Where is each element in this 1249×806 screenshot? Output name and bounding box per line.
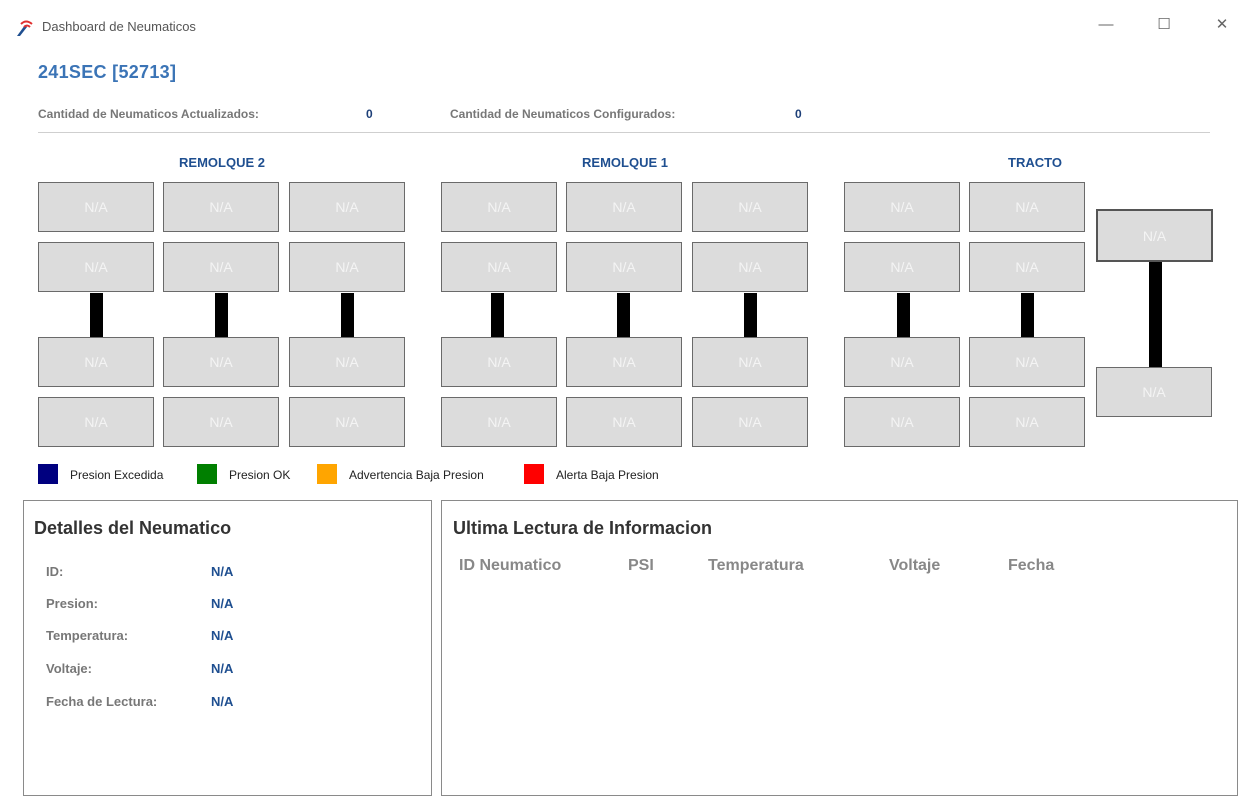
tire-steer-bottom[interactable]: N/A [1096,367,1212,417]
tire-r2-3-outer-bottom[interactable]: N/A [289,397,405,447]
tire-tr-1-outer-bottom[interactable]: N/A [844,397,960,447]
header-divider [38,132,1210,133]
legend-label-pressure-exceeded: Presion Excedida [70,468,164,482]
tire-r1-2-outer-bottom[interactable]: N/A [566,397,682,447]
maximize-button[interactable]: ☐ [1152,13,1176,37]
axle-connector [744,293,757,337]
tire-tr-1-inner-top[interactable]: N/A [844,242,960,292]
title-bar: Dashboard de Neumaticos — ☐ ✕ [0,0,1249,56]
tire-r2-1-inner-top[interactable]: N/A [38,242,154,292]
minimize-button[interactable]: — [1094,13,1118,37]
tire-r1-2-inner-top[interactable]: N/A [566,242,682,292]
tire-steer-top[interactable]: N/A [1096,209,1213,262]
axle-connector [90,293,103,337]
tire-r2-2-inner-bottom[interactable]: N/A [163,337,279,387]
tire-r1-2-inner-bottom[interactable]: N/A [566,337,682,387]
legend-label-low-pressure-alert: Alerta Baja Presion [556,468,659,482]
axle-connector [491,293,504,337]
steer-axle-connector [1149,260,1162,368]
column-header-voltage[interactable]: Voltaje [889,557,940,575]
group-title-remolque-2: REMOLQUE 2 [179,155,265,170]
tire-r2-1-inner-bottom[interactable]: N/A [38,337,154,387]
column-header-date[interactable]: Fecha [1008,557,1054,575]
detail-date-value: N/A [211,694,234,709]
tire-tr-2-inner-top[interactable]: N/A [969,242,1085,292]
tire-r1-3-outer-top[interactable]: N/A [692,182,808,232]
tire-r1-1-outer-top[interactable]: N/A [441,182,557,232]
tire-r2-1-outer-top[interactable]: N/A [38,182,154,232]
tire-tr-2-inner-bottom[interactable]: N/A [969,337,1085,387]
tire-r1-3-inner-bottom[interactable]: N/A [692,337,808,387]
tire-r1-3-outer-bottom[interactable]: N/A [692,397,808,447]
tire-r1-1-inner-bottom[interactable]: N/A [441,337,557,387]
tire-details-title: Detalles del Neumatico [34,518,232,538]
tire-tr-2-outer-bottom[interactable]: N/A [969,397,1085,447]
legend-label-low-pressure-warning: Advertencia Baja Presion [349,468,484,482]
detail-temperature-value: N/A [211,628,234,643]
legend-swatch-low-pressure-warning [317,464,337,484]
detail-id-label: ID: [46,564,64,579]
tire-r2-3-inner-bottom[interactable]: N/A [289,337,405,387]
app-logo-icon [17,20,33,36]
last-reading-panel [441,500,1238,796]
updated-count-label: Cantidad de Neumaticos Actualizados: [38,107,259,121]
tire-r2-3-inner-top[interactable]: N/A [289,242,405,292]
detail-pressure-value: N/A [211,596,234,611]
axle-connector [617,293,630,337]
configured-count-value: 0 [795,107,802,121]
legend-swatch-pressure-ok [197,464,217,484]
last-reading-title: Ultima Lectura de Informacion [453,518,713,538]
tire-r2-2-inner-top[interactable]: N/A [163,242,279,292]
detail-voltage-value: N/A [211,661,234,676]
vehicle-header: 241SEC [52713] [38,62,177,82]
tire-r2-3-outer-top[interactable]: N/A [289,182,405,232]
detail-date-label: Fecha de Lectura: [46,694,158,709]
tire-details-panel [23,500,432,796]
axle-connector [341,293,354,337]
legend-swatch-low-pressure-alert [524,464,544,484]
tire-r2-1-outer-bottom[interactable]: N/A [38,397,154,447]
tire-r2-2-outer-top[interactable]: N/A [163,182,279,232]
tire-r1-1-inner-top[interactable]: N/A [441,242,557,292]
group-title-remolque-1: REMOLQUE 1 [582,155,668,170]
tire-r1-2-outer-top[interactable]: N/A [566,182,682,232]
close-button[interactable]: ✕ [1210,13,1234,37]
axle-connector [215,293,228,337]
tire-r1-1-outer-bottom[interactable]: N/A [441,397,557,447]
axle-connector [897,293,910,337]
detail-id-value: N/A [211,564,234,579]
tire-r2-2-outer-bottom[interactable]: N/A [163,397,279,447]
tire-r1-3-inner-top[interactable]: N/A [692,242,808,292]
detail-pressure-label: Presion: [46,596,99,611]
tire-tr-1-outer-top[interactable]: N/A [844,182,960,232]
tire-tr-1-inner-bottom[interactable]: N/A [844,337,960,387]
group-title-tracto: TRACTO [1008,155,1062,170]
axle-connector [1021,293,1034,337]
updated-count-value: 0 [366,107,373,121]
legend-label-pressure-ok: Presion OK [229,468,291,482]
tire-tr-2-outer-top[interactable]: N/A [969,182,1085,232]
column-header-psi[interactable]: PSI [628,557,654,575]
detail-voltage-label: Voltaje: [46,661,92,676]
column-header-tire-id[interactable]: ID Neumatico [459,557,561,575]
legend-swatch-pressure-exceeded [38,464,58,484]
window-title: Dashboard de Neumaticos [42,19,196,34]
detail-temperature-label: Temperatura: [46,628,129,643]
configured-count-label: Cantidad de Neumaticos Configurados: [450,107,676,121]
column-header-temperature[interactable]: Temperatura [708,557,804,575]
